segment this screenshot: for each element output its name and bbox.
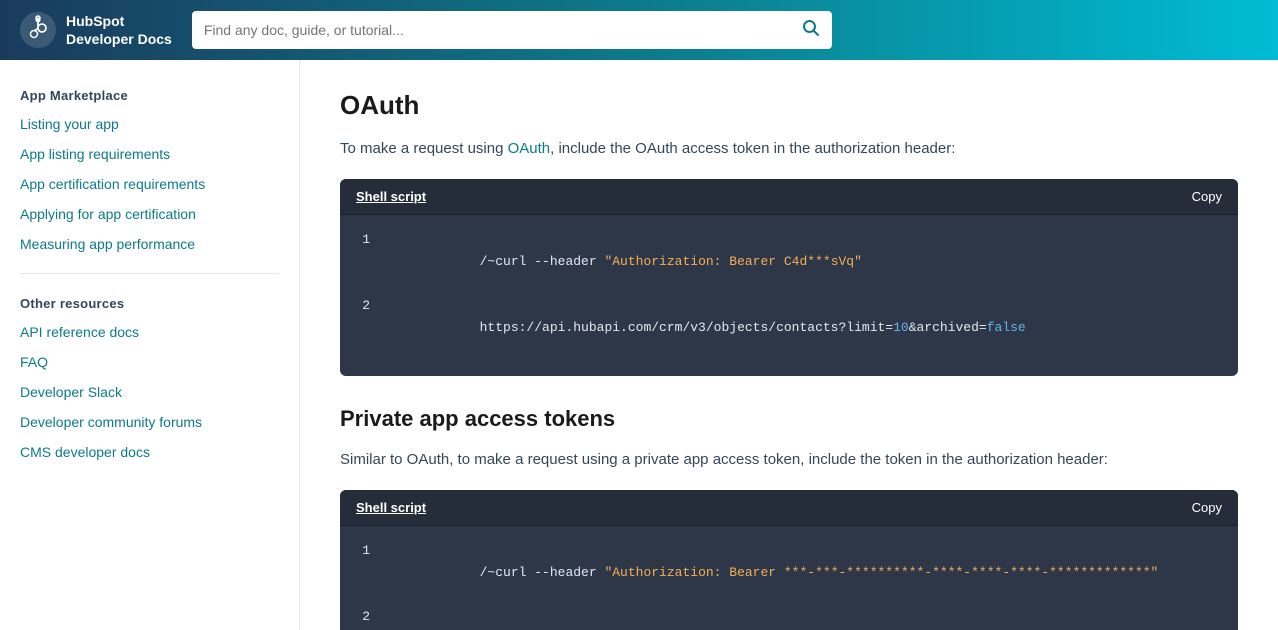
copy-button-oauth[interactable]: Copy [1192, 189, 1222, 204]
sidebar-item-faq[interactable]: FAQ [0, 347, 299, 377]
line-code-4: https://api.hubapi.com/crm/v3/objects/co… [386, 606, 1026, 630]
sidebar-item-developer-community-forums[interactable]: Developer community forums [0, 407, 299, 437]
logo-text: HubSpot Developer Docs [66, 12, 172, 48]
sidebar-section-app-marketplace: App Marketplace [0, 80, 299, 109]
oauth-link[interactable]: OAuth [508, 140, 551, 157]
code-line-4: 2 https://api.hubapi.com/crm/v3/objects/… [356, 606, 1222, 630]
sidebar-item-applying-for-certification[interactable]: Applying for app certification [0, 199, 299, 229]
code-line-2: 2 https://api.hubapi.com/crm/v3/objects/… [356, 295, 1222, 361]
search-bar[interactable] [192, 11, 832, 49]
line-code-2: https://api.hubapi.com/crm/v3/objects/co… [386, 295, 1026, 361]
oauth-heading: OAuth [340, 90, 1238, 121]
code-line-3: 1 /~curl --header "Authorization: Bearer… [356, 540, 1222, 606]
code-body-oauth: 1 /~curl --header "Authorization: Bearer… [340, 215, 1238, 376]
code-block-private-header: Shell script Copy [340, 490, 1238, 526]
main-content: OAuth To make a request using OAuth, inc… [300, 60, 1278, 630]
sidebar-item-listing-your-app[interactable]: Listing your app [0, 109, 299, 139]
sidebar: App Marketplace Listing your app App lis… [0, 60, 300, 630]
line-code-1: /~curl --header "Authorization: Bearer C… [386, 229, 862, 295]
oauth-intro: To make a request using OAuth, include t… [340, 137, 1238, 161]
search-button[interactable] [802, 19, 820, 42]
copy-button-private[interactable]: Copy [1192, 500, 1222, 515]
private-app-heading: Private app access tokens [340, 406, 1238, 432]
line-code-3: /~curl --header "Authorization: Bearer *… [386, 540, 1158, 606]
sidebar-section-other-resources: Other resources [0, 288, 299, 317]
code-block-oauth-header: Shell script Copy [340, 179, 1238, 215]
sidebar-item-cms-developer-docs[interactable]: CMS developer docs [0, 437, 299, 467]
sidebar-divider [20, 273, 279, 274]
line-number-1: 1 [356, 229, 370, 251]
private-app-intro: Similar to OAuth, to make a request usin… [340, 448, 1238, 472]
code-lang-private[interactable]: Shell script [356, 500, 426, 515]
sidebar-item-app-listing-requirements[interactable]: App listing requirements [0, 139, 299, 169]
layout: App Marketplace Listing your app App lis… [0, 60, 1278, 630]
sidebar-item-api-reference-docs[interactable]: API reference docs [0, 317, 299, 347]
line-number-2: 2 [356, 295, 370, 317]
logo: HubSpot Developer Docs [20, 12, 172, 48]
sidebar-item-app-certification-requirements[interactable]: App certification requirements [0, 169, 299, 199]
sidebar-item-developer-slack[interactable]: Developer Slack [0, 377, 299, 407]
code-body-private: 1 /~curl --header "Authorization: Bearer… [340, 526, 1238, 630]
search-input[interactable] [204, 22, 802, 38]
hubspot-logo-icon [20, 12, 56, 48]
code-block-private-app: Shell script Copy 1 /~curl --header "Aut… [340, 490, 1238, 630]
code-lang-oauth[interactable]: Shell script [356, 189, 426, 204]
code-block-oauth: Shell script Copy 1 /~curl --header "Aut… [340, 179, 1238, 376]
sidebar-item-measuring-performance[interactable]: Measuring app performance [0, 229, 299, 259]
search-icon [802, 19, 820, 37]
code-line-1: 1 /~curl --header "Authorization: Bearer… [356, 229, 1222, 295]
line-number-3: 1 [356, 540, 370, 562]
line-number-4: 2 [356, 606, 370, 628]
header: HubSpot Developer Docs [0, 0, 1278, 60]
